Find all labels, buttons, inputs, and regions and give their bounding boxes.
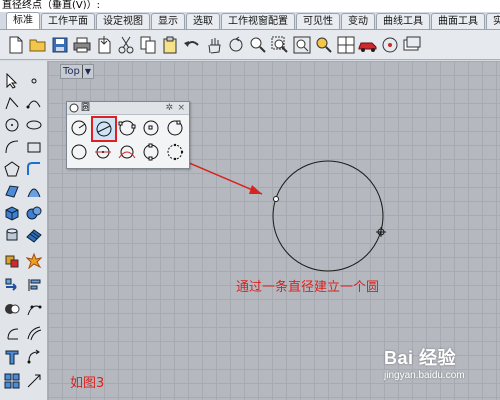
circle-tool-palette: 圆 ✲ × (66, 101, 190, 169)
surface-icon[interactable] (2, 181, 22, 201)
watermark-url: jingyan.baidu.com (384, 370, 465, 381)
zoom-window-icon[interactable] (270, 34, 290, 56)
palette-title: 圆 (81, 103, 91, 113)
circle-center-radius-icon[interactable] (69, 118, 89, 138)
tab-curve-tools[interactable]: 曲线工具 (376, 13, 430, 29)
viewport-label: Top (63, 66, 80, 77)
command-line[interactable]: 直径终点（垂直(V)）: (0, 0, 500, 12)
car-render-icon[interactable] (358, 34, 378, 56)
toolbar-tab-bar: 标准 工作平面 设定视图 显示 选取 工作视窗配置 可见性 变动 曲线工具 曲面… (0, 12, 500, 30)
edit-points-icon[interactable] (24, 299, 44, 319)
scale-icon[interactable] (24, 371, 44, 391)
circle-vertical-icon[interactable] (69, 142, 89, 162)
box-solid-icon[interactable] (2, 203, 22, 223)
copy-icon[interactable] (138, 34, 158, 56)
circle-fit-points-icon[interactable] (141, 142, 161, 162)
new-file-icon[interactable] (6, 34, 26, 56)
circle-around-curve-icon[interactable] (165, 118, 185, 138)
polyline-icon[interactable] (2, 93, 22, 113)
tab-standard[interactable]: 标准 (6, 12, 40, 29)
circle-icon[interactable] (2, 115, 22, 135)
tab-viewport-layout[interactable]: 工作视窗配置 (221, 13, 295, 29)
arc-icon[interactable] (2, 137, 22, 157)
left-tool-sidebar (0, 61, 48, 400)
annotation-text: 通过一条直径建立一个圆 (236, 280, 380, 295)
tab-surface-tools[interactable]: 曲面工具 (431, 13, 485, 29)
undo-icon[interactable] (182, 34, 202, 56)
palette-titlebar[interactable]: 圆 ✲ × (67, 102, 189, 115)
zoom-icon[interactable] (248, 34, 268, 56)
circle-tangent-curves-icon[interactable] (117, 142, 137, 162)
baidu-jingyan-logo: Bai 经验 (384, 348, 457, 368)
align-icon[interactable] (24, 275, 44, 295)
four-viewports-icon[interactable] (336, 34, 356, 56)
dimension-icon[interactable] (2, 323, 22, 343)
palette-close-icon[interactable]: × (177, 102, 185, 114)
open-folder-icon[interactable] (28, 34, 48, 56)
tab-set-view[interactable]: 设定视图 (96, 13, 150, 29)
rotate-icon[interactable] (226, 34, 246, 56)
tab-transform[interactable]: 变动 (341, 13, 375, 29)
mesh-icon[interactable] (24, 225, 44, 245)
import-icon[interactable] (94, 34, 114, 56)
save-icon[interactable] (50, 34, 70, 56)
figure-label: 如图3 (70, 376, 105, 391)
main-toolbar (0, 30, 500, 60)
circle-diameter-icon[interactable] (91, 116, 117, 142)
zoom-selected-icon[interactable] (314, 34, 334, 56)
point-icon[interactable] (24, 71, 44, 91)
viewport-menu-caret-icon[interactable]: ▼ (81, 65, 91, 78)
grid-array-icon[interactable] (2, 371, 22, 391)
sphere-solid-icon[interactable] (24, 203, 44, 223)
text-icon[interactable] (2, 347, 22, 367)
circle-tool-icon[interactable] (380, 34, 400, 56)
palette-gear-icon[interactable]: ✲ (165, 102, 173, 114)
tab-cplanes[interactable]: 工作平面 (41, 13, 95, 29)
tab-solid-tools[interactable]: 实 (486, 13, 500, 29)
ellipse-icon[interactable] (24, 115, 44, 135)
polygon-icon[interactable] (2, 159, 22, 179)
pan-hand-icon[interactable] (204, 34, 224, 56)
cylinder-solid-icon[interactable] (2, 225, 22, 245)
curve-icon[interactable] (24, 93, 44, 113)
fillet-curve-icon[interactable] (24, 159, 44, 179)
tab-select[interactable]: 选取 (186, 13, 220, 29)
sweep-surface-icon[interactable] (24, 181, 44, 201)
print-icon[interactable] (72, 34, 92, 56)
cut-icon[interactable] (116, 34, 136, 56)
circle-tangent-icon[interactable] (141, 118, 161, 138)
viewport-title[interactable]: Top ▼ (60, 64, 95, 79)
select-arrow-icon[interactable] (2, 71, 22, 91)
tab-visibility[interactable]: 可见性 (296, 13, 340, 29)
circle-three-point-icon[interactable] (117, 118, 137, 138)
zoom-extents-icon[interactable] (292, 34, 312, 56)
rectangle-icon[interactable] (24, 137, 44, 157)
circle-tangent-three-icon[interactable] (93, 142, 113, 162)
boolean-icon[interactable] (2, 299, 22, 319)
paste-icon[interactable] (160, 34, 180, 56)
rotate-3d-icon[interactable] (24, 347, 44, 367)
tab-display[interactable]: 显示 (151, 13, 185, 29)
circle-deformable-icon[interactable] (165, 142, 185, 162)
palette-circle-icon (69, 103, 79, 113)
explode-icon[interactable] (24, 251, 44, 271)
offset-curve-icon[interactable] (24, 323, 44, 343)
layer-icon[interactable] (402, 34, 422, 56)
render-puzzle-icon[interactable] (2, 251, 22, 271)
move-icon[interactable] (2, 275, 22, 295)
